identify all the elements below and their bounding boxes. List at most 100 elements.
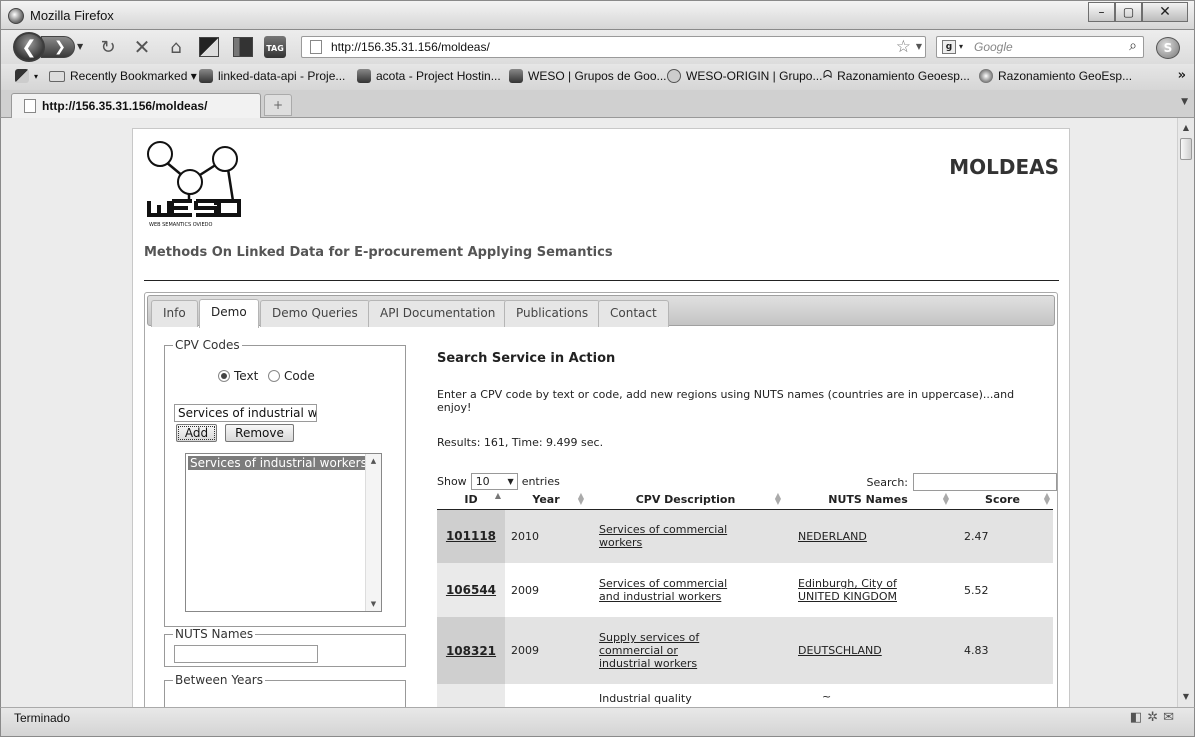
search-bar[interactable]: g ▾ Google ⌕ <box>936 36 1144 58</box>
row-id-link[interactable]: 108321 <box>437 617 505 684</box>
results-description: Enter a CPV code by text or code, add ne… <box>437 388 1015 414</box>
add-button[interactable]: Add <box>176 424 217 442</box>
radio-text[interactable] <box>218 370 230 382</box>
back-button[interactable]: ❮ <box>13 32 45 62</box>
row-score <box>952 684 1053 707</box>
row-cpv-link[interactable]: Services of commercial and industrial wo… <box>599 577 749 603</box>
bookmark-item-linked-data-api[interactable]: linked-data-api - Proje... <box>199 69 345 83</box>
search-icon[interactable]: ⌕ <box>1129 38 1137 54</box>
tab-demo-queries[interactable]: Demo Queries <box>260 300 370 327</box>
col-header-cpv-description[interactable]: CPV Description ▲ ▼ <box>587 490 784 510</box>
row-id-link[interactable]: 101118 <box>437 509 505 563</box>
remove-button[interactable]: Remove <box>225 424 294 442</box>
table-row: 101118 2010 Services of commercial worke… <box>437 509 1053 563</box>
row-year: 2009 <box>505 617 587 684</box>
entries-select[interactable]: 10 ▼ <box>470 473 518 490</box>
row-nuts-link[interactable]: NEDERLAND <box>798 530 867 543</box>
col-header-nuts-names[interactable]: NUTS Names ▲ ▼ <box>784 490 952 510</box>
tab-api-documentation[interactable]: API Documentation <box>368 300 508 327</box>
url-dropdown-icon[interactable]: ▼ <box>916 42 922 51</box>
sort-icon: ▲ ▼ <box>1043 491 1050 506</box>
tab-publications[interactable]: Publications <box>504 300 601 327</box>
page-icon <box>24 99 36 113</box>
bookmark-item-weso-grupos[interactable]: WESO | Grupos de Goo... <box>509 69 667 83</box>
skype-icon[interactable]: S <box>1156 37 1180 59</box>
bookmarks-toolbar: ▾ Recently Bookmarked ▾ linked-data-api … <box>0 64 1195 90</box>
logo-caption: WEB SEMANTICS OVIEDO <box>149 222 212 228</box>
nuts-names-input[interactable] <box>174 645 318 663</box>
google-icon[interactable]: g <box>942 40 956 54</box>
row-id-link[interactable]: 106544 <box>437 563 505 617</box>
status-bar: Terminado ◧ ✲ ✉ <box>0 707 1195 737</box>
history-dropdown-icon[interactable]: ▼ <box>77 42 83 51</box>
row-cpv-link[interactable]: Supply services of commercial or industr… <box>599 631 719 670</box>
search-label: Search: <box>866 475 909 489</box>
window-controls: – ▢ ✕ <box>1088 2 1188 22</box>
toolbar-addon-icon[interactable] <box>198 36 220 58</box>
bookmark-item-recent[interactable]: Recently Bookmarked ▾ <box>49 69 197 83</box>
search-placeholder[interactable]: Google <box>974 40 1013 54</box>
addon-icon[interactable]: ◧ <box>1130 710 1142 725</box>
bookmark-item-razonamiento-2[interactable]: Razonamiento GeoEsp... <box>979 69 1132 83</box>
sort-icon: ▲ ▼ <box>942 491 949 506</box>
tag-icon[interactable]: TAG <box>264 36 286 58</box>
bookmark-star-icon[interactable]: ☆ <box>896 37 911 57</box>
url-text[interactable]: http://156.35.31.156/moldeas/ <box>331 40 490 54</box>
list-item[interactable]: Services of industrial workers <box>188 456 365 470</box>
list-scrollbar[interactable]: ▲ ▼ <box>365 454 381 611</box>
stop-icon[interactable]: ✕ <box>131 35 153 59</box>
group-icon <box>667 69 681 83</box>
tab-moldeas[interactable]: http://156.35.31.156/moldeas/ <box>11 93 261 118</box>
cpv-text-input[interactable]: Services of industrial wo <box>174 404 317 422</box>
bookmark-item-acota[interactable]: acota - Project Hostin... <box>357 69 501 83</box>
row-nuts-link[interactable]: DEUTSCHLAND <box>798 644 882 657</box>
tab-info[interactable]: Info <box>151 300 198 327</box>
row-cpv-link[interactable]: Services of commercial workers <box>599 523 749 549</box>
bookmarks-menu-button[interactable]: ▾ <box>15 69 38 83</box>
header-divider <box>144 280 1059 281</box>
tab-contact[interactable]: Contact <box>598 300 669 327</box>
address-bar[interactable]: http://156.35.31.156/moldeas/ ☆ ▼ <box>301 36 926 58</box>
network-icon[interactable]: ✲ <box>1147 710 1158 725</box>
radio-code-label: Code <box>284 369 315 383</box>
maximize-button[interactable]: ▢ <box>1115 2 1142 22</box>
scroll-up-icon[interactable]: ▲ <box>1178 120 1194 136</box>
mail-icon[interactable]: ✉ <box>1163 710 1174 725</box>
reload-icon[interactable]: ↻ <box>97 36 119 58</box>
bookmarks-overflow-icon[interactable]: » <box>1178 68 1186 83</box>
radio-text-option[interactable]: Text <box>218 369 258 383</box>
engine-dropdown-icon[interactable]: ▾ <box>959 42 963 51</box>
radio-code[interactable] <box>268 370 280 382</box>
tab-label: http://156.35.31.156/moldeas/ <box>42 99 208 113</box>
bookmark-item-weso-origin[interactable]: WESO-ORIGIN | Grupo... <box>667 69 822 83</box>
col-header-year[interactable]: Year ▲ ▼ <box>505 490 587 510</box>
close-window-button[interactable]: ✕ <box>1142 2 1188 22</box>
sort-asc-icon: ▲ <box>494 491 501 500</box>
scrollbar-thumb[interactable] <box>1180 138 1192 160</box>
table-search-input[interactable] <box>913 473 1057 491</box>
row-year <box>505 684 587 707</box>
row-nuts-link[interactable]: Edinburgh, City of UNITED KINGDOM <box>798 577 908 603</box>
radio-code-option[interactable]: Code <box>268 369 315 383</box>
forward-button[interactable]: ❯ <box>41 36 75 58</box>
scroll-down-icon[interactable]: ▼ <box>366 597 381 611</box>
minimize-button[interactable]: – <box>1088 2 1115 22</box>
scroll-up-icon[interactable]: ▲ <box>366 454 381 468</box>
bookmark-item-razonamiento-1[interactable]: ᗣ Razonamiento Geoesp... <box>823 69 970 83</box>
tab-list-dropdown-icon[interactable]: ▼ <box>1181 97 1188 107</box>
page-icon <box>310 40 322 54</box>
tabs-nav: Info Demo Demo Queries API Documentation… <box>147 295 1055 328</box>
home-icon[interactable]: ⌂ <box>165 36 187 58</box>
row-year: 2009 <box>505 563 587 617</box>
col-header-id[interactable]: ID ▲ <box>437 490 505 510</box>
row-id-link[interactable] <box>437 684 505 707</box>
col-header-score[interactable]: Score ▲ ▼ <box>952 490 1053 510</box>
cpv-selected-list[interactable]: Services of industrial workers ▲ ▼ <box>185 453 382 612</box>
new-tab-button[interactable]: + <box>264 94 292 116</box>
site-subtitle: Methods On Linked Data for E-procurement… <box>144 245 613 260</box>
tab-demo[interactable]: Demo <box>199 299 259 328</box>
page-scrollbar[interactable]: ▲ ▼ <box>1177 118 1194 707</box>
row-year: 2010 <box>505 509 587 563</box>
bookmark-page-icon[interactable] <box>232 36 254 58</box>
scroll-down-icon[interactable]: ▼ <box>1178 689 1194 705</box>
